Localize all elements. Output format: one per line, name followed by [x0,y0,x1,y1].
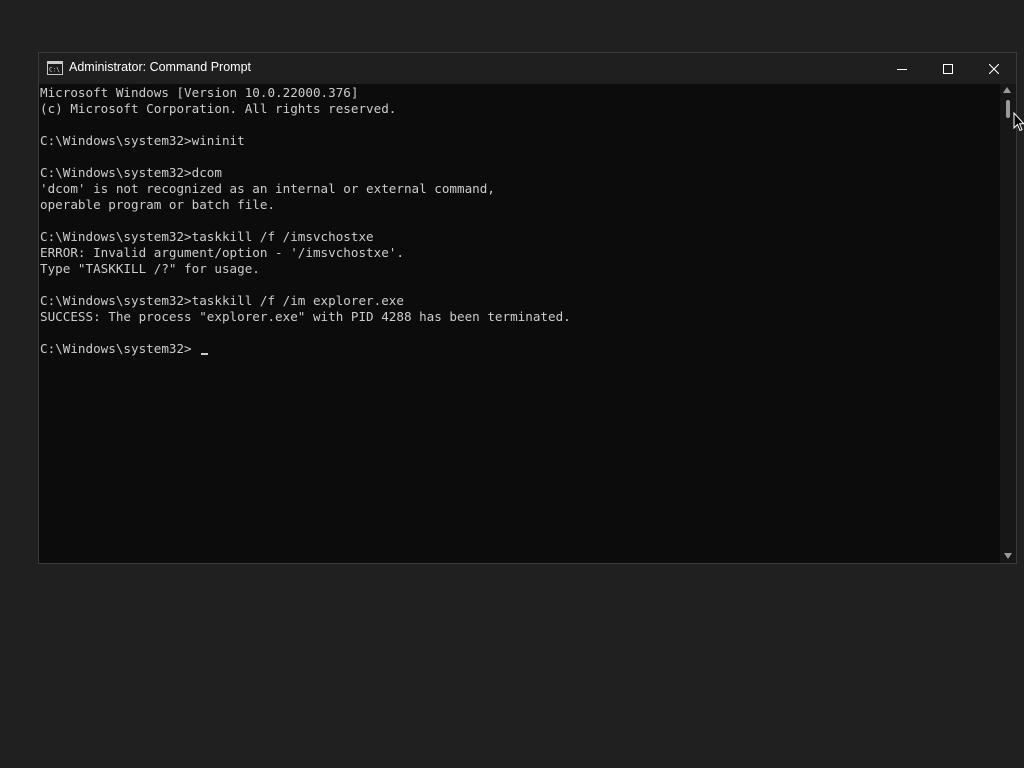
scroll-down-arrow-icon[interactable] [1004,553,1012,559]
close-icon [989,63,999,74]
window-title: Administrator: Command Prompt [69,60,252,74]
console-line: Microsoft Windows [Version 10.0.22000.37… [40,85,359,100]
console-line: 'dcom' is not recognized as an internal … [40,181,495,196]
scroll-up-arrow-icon[interactable] [1003,87,1011,93]
vertical-scrollbar[interactable] [1000,84,1016,563]
command-prompt-line[interactable]: C:\Windows\system32> [40,341,192,357]
mouse-pointer-icon [1013,112,1024,132]
console-line: SUCCESS: The process "explorer.exe" with… [40,309,571,324]
console-output[interactable]: Microsoft Windows [Version 10.0.22000.37… [39,84,1000,563]
command-prompt-window: C:\ Administrator: Command Prompt Micros… [38,52,1017,564]
maximize-button[interactable] [925,53,971,84]
cmd-icon: C:\ [47,61,63,75]
console-line: C:\Windows\system32>taskkill /f /imsvcho… [40,229,374,244]
minimize-icon [897,68,907,70]
svg-text:C:\: C:\ [49,67,60,74]
console-line: C:\Windows\system32>taskkill /f /im expl… [40,293,404,308]
console-line: C:\Windows\system32>wininit [40,133,245,148]
maximize-icon [943,63,953,74]
text-cursor [201,353,208,355]
close-button[interactable] [971,53,1017,84]
console-line: operable program or batch file. [40,197,276,212]
scrollbar-thumb[interactable] [1006,100,1010,118]
title-bar[interactable]: C:\ Administrator: Command Prompt [39,53,1016,84]
console-line: C:\Windows\system32>dcom [40,165,222,180]
console-line: (c) Microsoft Corporation. All rights re… [40,101,397,116]
minimize-button[interactable] [879,53,925,84]
console-line: ERROR: Invalid argument/option - '/imsvc… [40,245,404,260]
console-line: Type "TASKKILL /?" for usage. [40,261,260,276]
